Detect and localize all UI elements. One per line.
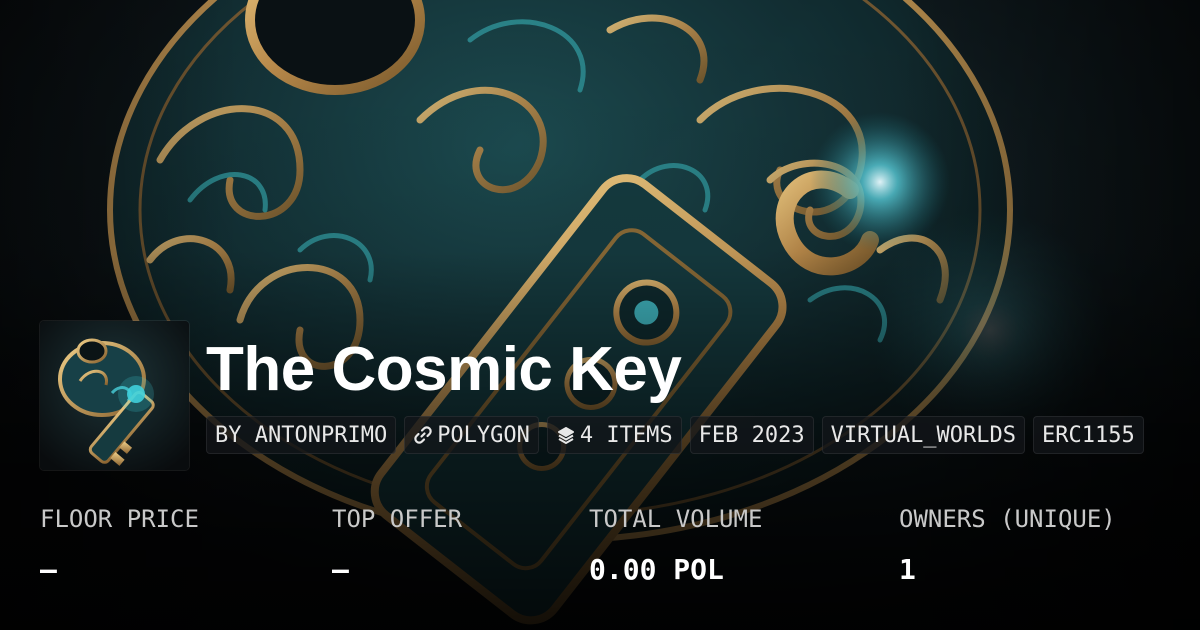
stat-owners: OWNERS (UNIQUE) 1: [899, 505, 1116, 586]
collection-title: The Cosmic Key: [206, 335, 682, 404]
category-label: VIRTUAL_WORLDS: [830, 422, 1017, 448]
standard-label: ERC1155: [1042, 422, 1135, 448]
stat-label: TOTAL VOLUME: [589, 505, 763, 533]
creator-badge[interactable]: BY ANTONPRIMO: [206, 416, 397, 454]
creator-label: BY ANTONPRIMO: [215, 422, 388, 448]
stat-value: —: [332, 553, 349, 586]
category-badge[interactable]: VIRTUAL_WORLDS: [821, 416, 1026, 454]
stat-label: TOP OFFER: [332, 505, 463, 533]
standard-badge: ERC1155: [1033, 416, 1144, 454]
items-label: 4 ITEMS: [579, 422, 673, 448]
layers-icon: [556, 425, 576, 445]
stat-label: FLOOR PRICE: [40, 505, 199, 533]
stat-value: 0.00 POL: [589, 553, 724, 586]
chain-badge[interactable]: POLYGON: [404, 416, 539, 454]
date-badge: FEB 2023: [689, 416, 814, 454]
chain-link-icon: [413, 425, 433, 445]
stat-value: —: [40, 553, 57, 586]
collection-avatar[interactable]: [40, 321, 189, 470]
stat-value: 1: [899, 553, 916, 586]
key-thumbnail-icon: [40, 321, 189, 470]
chain-label: POLYGON: [437, 422, 530, 448]
stat-label: OWNERS (UNIQUE): [899, 505, 1116, 533]
date-label: FEB 2023: [698, 422, 805, 448]
collection-badges: BY ANTONPRIMO POLYGON 4 ITEMS FEB 2023 V…: [206, 416, 1144, 454]
stat-floor-price: FLOOR PRICE —: [40, 505, 199, 586]
stat-top-offer: TOP OFFER —: [332, 505, 462, 586]
items-badge[interactable]: 4 ITEMS: [546, 416, 682, 454]
stat-total-volume: TOTAL VOLUME 0.00 POL: [589, 505, 762, 586]
